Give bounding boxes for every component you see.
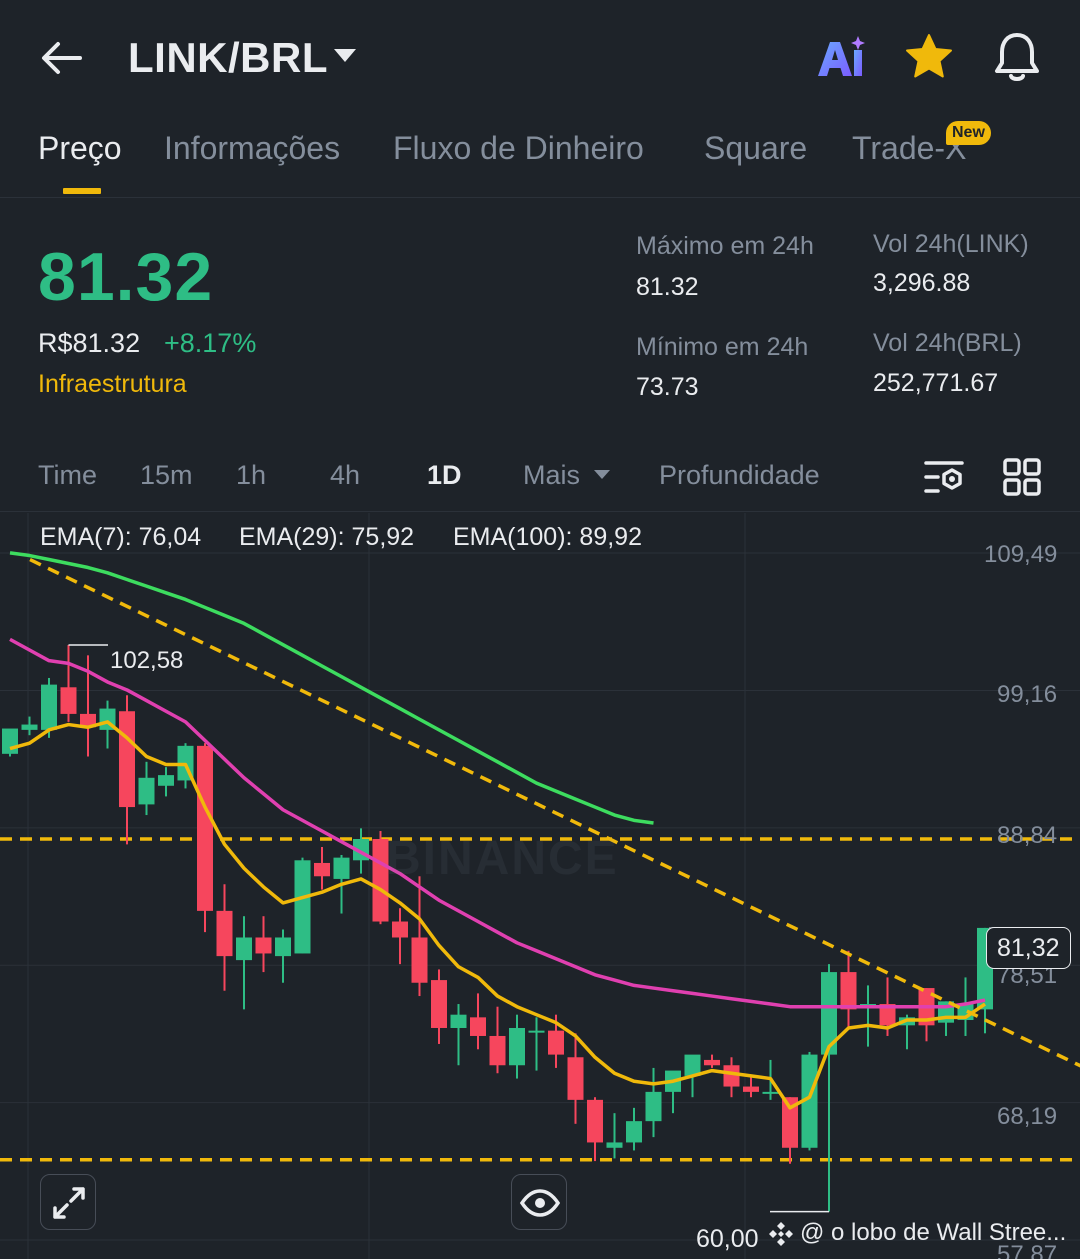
high-24h-value: 81.32 [636, 273, 699, 301]
candlestick-chart[interactable]: BINANCE EMA(7): 76,04 EMA(29): 75,92 EMA… [0, 513, 1080, 1259]
category-tag[interactable]: Infraestrutura [38, 370, 187, 399]
vol-brl-value: 252,771.67 [873, 369, 999, 397]
interval-profundidade[interactable]: Profundidade [659, 460, 820, 491]
candle-body [392, 921, 408, 938]
mais-chevron-down-icon[interactable] [594, 470, 610, 479]
vol-link-value: 3,296.88 [873, 269, 971, 297]
ema29-line [9, 637, 986, 1009]
candle-body [236, 937, 252, 961]
layout-grid-icon[interactable] [1002, 457, 1042, 497]
back-arrow-icon[interactable] [38, 36, 86, 80]
y-tick-label: 68,19 [997, 1103, 1058, 1130]
interval-15m[interactable]: 15m [140, 460, 193, 491]
candle-body [431, 980, 447, 1028]
pair-title[interactable]: LINK/BRL [128, 34, 328, 82]
vol-brl-label: Vol 24h(BRL) [873, 329, 1022, 357]
candle-body [645, 1091, 662, 1122]
low-24h-label: Mínimo em 24h [636, 333, 809, 361]
candle-body [548, 1030, 564, 1055]
low-24h-value: 73.73 [636, 373, 699, 401]
candle-body [60, 687, 77, 714]
fullscreen-button[interactable] [40, 1174, 96, 1230]
interval-1h[interactable]: 1h [236, 460, 266, 491]
candle-body [470, 1017, 486, 1036]
candle-body [138, 777, 155, 805]
top-bar: LINK/BRL [0, 0, 1080, 120]
bell-icon[interactable] [992, 30, 1042, 84]
author-attribution[interactable]: @ o lobo de Wall Stree... [800, 1219, 1066, 1247]
candle-body [41, 684, 57, 730]
candle-body [489, 1035, 506, 1066]
tab-informacoes[interactable]: Informações [164, 130, 340, 167]
candle-body [216, 910, 233, 957]
new-badge: New [946, 121, 991, 145]
candle-body [158, 775, 174, 786]
candle-body [333, 857, 350, 879]
candle-body [275, 937, 291, 957]
low-price-marker: 60,00 [696, 1225, 759, 1253]
y-tick-label: 109,49 [984, 541, 1058, 568]
high-24h-label: Máximo em 24h [636, 232, 814, 260]
interval-mais[interactable]: Mais [523, 460, 580, 491]
candle-body [567, 1057, 584, 1100]
interval-bar: Time 15m 1h 4h 1D Mais Profundidade [0, 440, 1080, 512]
candle-body [626, 1121, 642, 1143]
tab-preco[interactable]: Preço [38, 130, 122, 167]
pair-dropdown-chevron-icon[interactable] [334, 49, 356, 62]
candle-body [587, 1099, 603, 1143]
eye-icon [519, 1189, 561, 1217]
tab-fluxo-de-dinheiro[interactable]: Fluxo de Dinheiro [393, 130, 644, 167]
candle-body [119, 711, 135, 808]
interval-time[interactable]: Time [38, 460, 97, 491]
active-tab-indicator [63, 188, 101, 194]
tab-bar: Preço Informações Fluxo de Dinheiro Squa… [0, 120, 1080, 198]
ema7-legend: EMA(7): 76,04 [40, 523, 202, 551]
candle-body [411, 937, 428, 983]
expand-arrows-icon [53, 1187, 85, 1219]
candle-body [606, 1142, 623, 1148]
chart-canvas[interactable] [0, 513, 1080, 1259]
candle-body [528, 1030, 545, 1033]
interval-4h[interactable]: 4h [330, 460, 360, 491]
candle-body [509, 1027, 525, 1066]
binance-logo-icon [769, 1222, 793, 1246]
tab-square[interactable]: Square [704, 130, 807, 167]
candle-body [2, 728, 18, 754]
current-price-tag[interactable]: 81,32 [986, 927, 1071, 969]
binance-watermark: BINANCE [386, 832, 619, 885]
vol-link-label: Vol 24h(LINK) [873, 230, 1029, 258]
candle-body [314, 862, 330, 877]
candle-body [21, 724, 38, 730]
ema29-legend: EMA(29): 75,92 [239, 523, 415, 551]
high-price-marker: 102,58 [110, 647, 184, 674]
candle-body [294, 860, 311, 954]
ai-icon[interactable] [816, 34, 866, 80]
chart-settings-icon[interactable] [922, 457, 966, 497]
price-change-percent: +8.17% [164, 328, 257, 358]
candle-body [762, 1091, 779, 1094]
candle-body [197, 745, 213, 911]
ema100-line [9, 551, 654, 825]
fiat-price: R$81.32 [38, 328, 141, 358]
y-tick-label: 99,16 [997, 681, 1058, 708]
last-price: 81.32 [38, 239, 214, 315]
y-tick-label: 88,84 [997, 822, 1058, 849]
ema100-legend: EMA(100): 89,92 [453, 523, 642, 551]
toggle-visibility-button[interactable] [511, 1174, 567, 1230]
candle-body [723, 1065, 740, 1087]
candle-body [255, 937, 272, 954]
candle-body [743, 1086, 759, 1092]
interval-1d[interactable]: 1D [427, 460, 462, 491]
candle-body [704, 1059, 720, 1066]
trend-line [29, 558, 1080, 1068]
candle-body [840, 972, 857, 1010]
candle-body [450, 1014, 467, 1028]
star-icon[interactable] [904, 32, 954, 82]
